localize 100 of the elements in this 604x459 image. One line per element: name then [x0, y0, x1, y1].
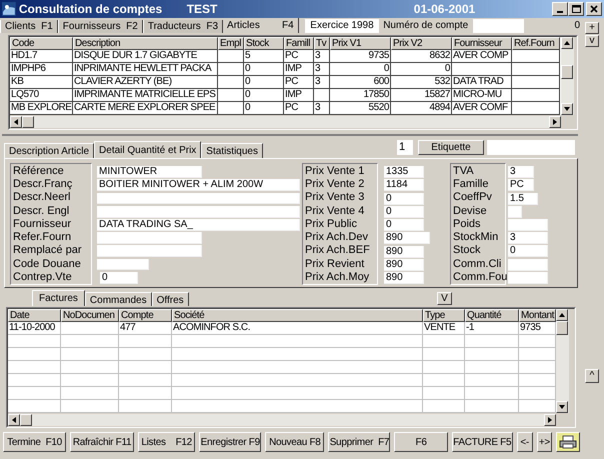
column-header[interactable]: Société — [172, 309, 423, 322]
column-header[interactable]: Prix V1 — [330, 37, 391, 50]
column-header[interactable]: Ref.Fourn — [512, 37, 560, 50]
tab[interactable]: Commandes — [84, 292, 152, 306]
input-field[interactable] — [508, 258, 548, 271]
input-field[interactable] — [97, 232, 202, 244]
horizontal-scrollbar[interactable] — [10, 115, 561, 128]
column-header[interactable]: Quantité — [465, 309, 519, 322]
toolbar-button[interactable]: Termine F10 — [3, 432, 66, 452]
field-label: Prix Public — [305, 218, 358, 232]
tab[interactable]: Detail Quantité et Prix — [94, 141, 202, 158]
input-field[interactable]: 890 — [384, 259, 424, 272]
tab[interactable]: Factures — [32, 290, 85, 306]
column-header[interactable]: NoDocumen — [61, 309, 119, 322]
input-field[interactable]: 1335 — [384, 166, 424, 178]
minimize-button[interactable] — [552, 2, 568, 16]
column-header[interactable]: Fournisseur — [452, 37, 512, 50]
input-field[interactable]: 0 — [508, 245, 548, 258]
column-header[interactable]: Prix V2 — [391, 37, 452, 50]
toolbar-button[interactable]: Supprimer F7 — [328, 432, 390, 452]
vertical-scrollbar[interactable] — [561, 37, 574, 128]
vertical-scrollbar[interactable] — [556, 309, 569, 426]
table-cell: HD1.7 — [10, 50, 73, 63]
input-field[interactable]: 0 — [384, 192, 424, 205]
scroll-thumb[interactable] — [561, 65, 573, 79]
print-button[interactable] — [556, 432, 580, 452]
input-field[interactable]: 0 — [384, 206, 424, 218]
scroll-right-button[interactable] — [549, 116, 561, 128]
scroll-thumb[interactable] — [556, 321, 568, 335]
scroll-thumb[interactable] — [22, 116, 34, 128]
toolbar-button[interactable]: +> — [536, 432, 552, 452]
scroll-up-button[interactable] — [556, 309, 568, 321]
input-field[interactable]: 3 — [508, 166, 534, 178]
input-field[interactable] — [97, 258, 149, 270]
horizontal-scrollbar[interactable] — [8, 413, 556, 426]
toolbar-button[interactable]: Nouveau F8 — [265, 432, 324, 452]
input-field[interactable] — [97, 245, 202, 258]
column-header[interactable]: Montant — [519, 309, 556, 322]
toolbar-button[interactable]: Enregistrer F9 — [199, 432, 262, 452]
tab[interactable]: Clients F1 — [0, 20, 58, 33]
scroll-down-button[interactable] — [561, 103, 573, 115]
scroll-down-button[interactable] — [556, 401, 568, 413]
input-field[interactable]: BOITIER MINITOWER + ALIM 200W — [97, 179, 300, 192]
table-cell: VENTE — [423, 322, 465, 335]
column-header[interactable]: Tv — [314, 37, 330, 50]
column-header[interactable]: Description — [73, 37, 218, 50]
scroll-up-button[interactable] — [561, 37, 573, 49]
toolbar-button[interactable]: Listes F12 — [138, 432, 196, 452]
input-field[interactable]: MINITOWER — [97, 166, 202, 178]
input-field[interactable] — [508, 206, 522, 218]
side-button[interactable]: v — [585, 35, 599, 47]
window-title: Consultation de comptes — [18, 1, 164, 18]
label-button[interactable]: Etiquette — [418, 140, 484, 155]
account-count: 0 — [574, 19, 580, 33]
table-cell: 17850 — [330, 89, 391, 102]
scroll-left-button[interactable] — [8, 414, 20, 426]
tab[interactable]: Traducteurs F3 — [142, 20, 224, 33]
close-button[interactable] — [586, 2, 602, 16]
toolbar-button[interactable]: FACTURE F5 — [452, 432, 513, 452]
input-field[interactable]: 0 — [384, 219, 424, 232]
input-field[interactable]: 890 — [384, 246, 424, 258]
input-field[interactable] — [97, 192, 300, 204]
table-cell: DISQUE DUR 1.7 GIGABYTE — [73, 50, 218, 63]
expand-button[interactable]: V — [437, 292, 452, 305]
column-header[interactable]: Type — [423, 309, 465, 322]
column-header[interactable]: Famill — [284, 37, 314, 50]
table-cell — [119, 361, 172, 374]
scroll-right-button[interactable] — [544, 414, 556, 426]
input-field[interactable] — [508, 272, 548, 284]
input-field[interactable] — [508, 219, 548, 231]
toolbar-button[interactable]: <- — [516, 432, 533, 452]
tab[interactable]: Statistiques — [201, 143, 263, 158]
label-count-field[interactable]: 1 — [397, 140, 413, 155]
input-field[interactable]: 0 — [100, 272, 138, 284]
maximize-button[interactable] — [568, 2, 584, 16]
arrow-right-icon — [546, 416, 554, 424]
tab[interactable]: Fournisseurs F2 — [58, 20, 143, 33]
column-header[interactable]: Code — [10, 37, 73, 50]
account-number-field[interactable] — [473, 19, 524, 33]
scroll-left-button[interactable] — [10, 116, 22, 128]
scroll-thumb[interactable] — [20, 414, 32, 426]
input-field[interactable]: 1184 — [384, 179, 424, 192]
input-field[interactable]: 890 — [384, 232, 430, 244]
column-header[interactable]: Stock — [244, 37, 284, 50]
input-field[interactable]: 3 — [508, 232, 548, 244]
tab[interactable]: Description Article — [4, 143, 94, 158]
input-field[interactable]: 1.5 — [508, 192, 538, 205]
input-field[interactable]: 890 — [384, 272, 424, 284]
toolbar-button[interactable]: Rafraîchir F11 — [70, 432, 134, 452]
side-button[interactable]: ^ — [585, 369, 599, 383]
label-field[interactable] — [487, 140, 575, 155]
toolbar-button[interactable]: F6 — [394, 432, 448, 452]
column-header[interactable]: Empl — [218, 37, 244, 50]
input-field[interactable] — [97, 206, 300, 218]
input-field[interactable]: DATA TRADING SA_ — [97, 218, 300, 231]
side-button[interactable]: + — [585, 22, 599, 34]
column-header[interactable]: Date — [8, 309, 61, 322]
column-header[interactable]: Compte — [119, 309, 172, 322]
tab[interactable]: Offres — [152, 292, 189, 306]
input-field[interactable]: PC — [508, 179, 534, 192]
